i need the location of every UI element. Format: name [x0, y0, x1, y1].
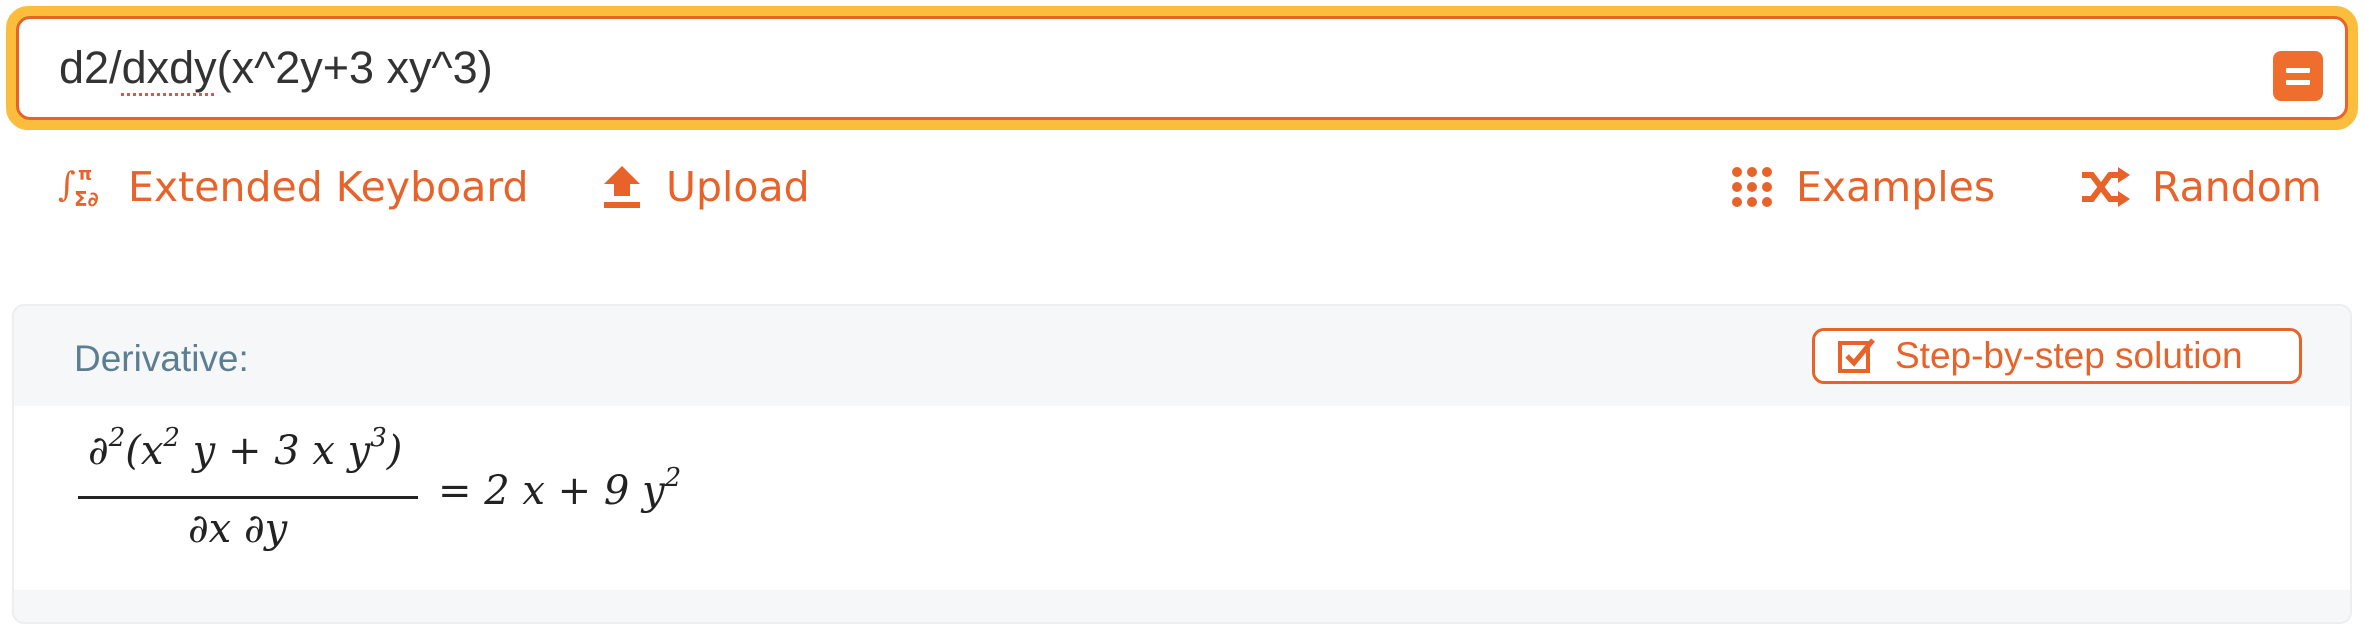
shuffle-icon	[2082, 167, 2130, 207]
search-input[interactable]: d2/dxdy (x^2y+3 xy^3)	[59, 19, 2225, 117]
examples-button[interactable]: Examples	[1730, 155, 1995, 219]
query-text-suffix: (x^2y+3 xy^3)	[216, 42, 493, 93]
fraction-denominator: ∂x ∂y	[188, 506, 288, 552]
step-by-step-label: Step-by-step solution	[1895, 335, 2243, 376]
result-rhs: = 2 x + 9 y2	[438, 463, 682, 514]
extended-keyboard-label: Extended Keyboard	[128, 163, 529, 211]
search-bar: d2/dxdy (x^2y+3 xy^3)	[6, 6, 2358, 130]
svg-text:Σ∂: Σ∂	[74, 187, 99, 211]
compute-button[interactable]	[2273, 51, 2323, 101]
equals-icon	[2286, 67, 2310, 73]
search-field[interactable]: d2/dxdy (x^2y+3 xy^3)	[16, 16, 2348, 120]
step-by-step-button[interactable]: Step-by-step solution	[1812, 328, 2302, 384]
query-text-prefix: d2/	[59, 42, 122, 93]
derivative-pod: Derivative: Step-by-step solution ∂2(x2 …	[12, 304, 2352, 624]
upload-label: Upload	[666, 163, 810, 211]
upload-icon	[604, 166, 640, 208]
pod-result: ∂2(x2 y + 3 x y3) ∂x ∂y = 2 x + 9 y2	[14, 406, 2350, 590]
fraction-numerator: ∂2(x2 y + 3 x y3)	[88, 423, 403, 474]
random-label: Random	[2152, 163, 2322, 211]
svg-text:π: π	[78, 164, 92, 185]
random-button[interactable]: Random	[2080, 155, 2322, 219]
grid-dots-icon	[1732, 167, 1772, 207]
query-text-flagged: dxdy	[121, 42, 217, 93]
checkbox-icon	[1838, 338, 1875, 373]
math-symbols-icon: ∫ π Σ∂	[58, 164, 99, 211]
pod-title: Derivative:	[74, 338, 249, 379]
upload-button[interactable]: Upload	[600, 155, 810, 219]
fraction-bar	[78, 496, 418, 499]
extended-keyboard-button[interactable]: ∫ π Σ∂ Extended Keyboard	[56, 155, 529, 219]
examples-label: Examples	[1796, 163, 1996, 211]
